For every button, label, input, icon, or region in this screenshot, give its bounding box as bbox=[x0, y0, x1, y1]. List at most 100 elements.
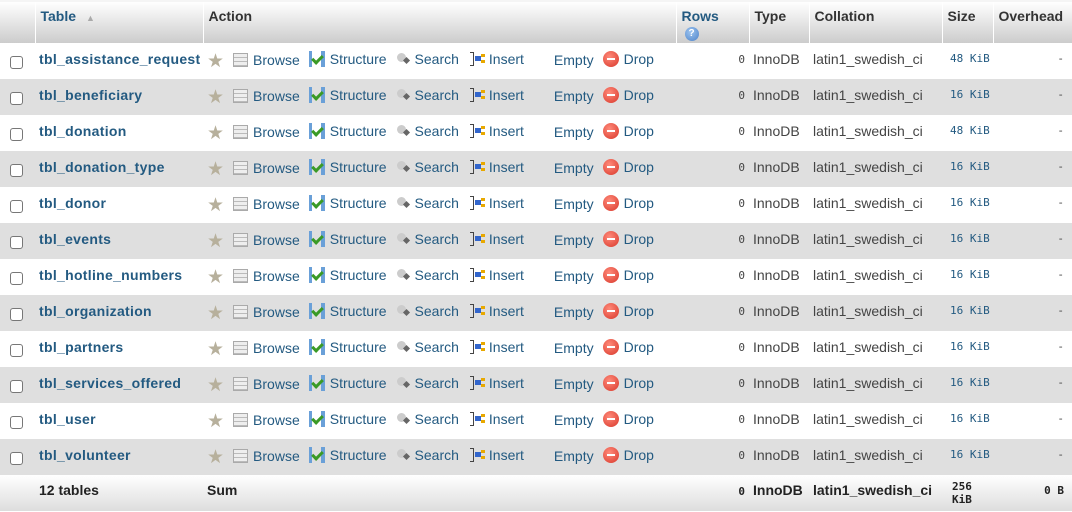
row-checkbox[interactable] bbox=[10, 128, 23, 141]
drop-action[interactable]: Drop bbox=[602, 303, 654, 319]
row-checkbox[interactable] bbox=[10, 380, 23, 393]
table-name-link[interactable]: tbl_services_offered bbox=[39, 375, 181, 391]
favorite-star-icon[interactable]: ★ bbox=[207, 448, 224, 467]
table-name-link[interactable]: tbl_events bbox=[39, 231, 111, 247]
browse-action[interactable]: Browse bbox=[233, 160, 300, 176]
browse-action[interactable]: Browse bbox=[233, 124, 300, 140]
table-size[interactable]: 16 KiB bbox=[942, 223, 993, 259]
table-name-link[interactable]: tbl_donation_type bbox=[39, 159, 165, 175]
table-size[interactable]: 16 KiB bbox=[942, 367, 993, 403]
table-size[interactable]: 48 KiB bbox=[942, 115, 993, 151]
table-size[interactable]: 16 KiB bbox=[942, 187, 993, 223]
favorite-star-icon[interactable]: ★ bbox=[207, 268, 224, 287]
row-checkbox[interactable] bbox=[10, 308, 23, 321]
structure-action[interactable]: Structure bbox=[308, 339, 387, 355]
table-size[interactable]: 16 KiB bbox=[942, 331, 993, 367]
favorite-star-icon[interactable]: ★ bbox=[207, 124, 224, 143]
structure-action[interactable]: Structure bbox=[308, 447, 387, 463]
structure-action[interactable]: Structure bbox=[308, 87, 387, 103]
search-action[interactable]: Search bbox=[396, 195, 459, 211]
empty-action[interactable]: Empty bbox=[533, 376, 594, 392]
drop-action[interactable]: Drop bbox=[602, 123, 654, 139]
table-size[interactable]: 16 KiB bbox=[942, 439, 993, 475]
drop-action[interactable]: Drop bbox=[602, 411, 654, 427]
empty-action[interactable]: Empty bbox=[533, 268, 594, 284]
browse-action[interactable]: Browse bbox=[233, 412, 300, 428]
empty-action[interactable]: Empty bbox=[533, 196, 594, 212]
structure-action[interactable]: Structure bbox=[308, 267, 387, 283]
search-action[interactable]: Search bbox=[396, 87, 459, 103]
table-size[interactable]: 16 KiB bbox=[942, 295, 993, 331]
empty-action[interactable]: Empty bbox=[533, 304, 594, 320]
insert-action[interactable]: Insert bbox=[468, 267, 524, 283]
structure-action[interactable]: Structure bbox=[308, 51, 387, 67]
drop-action[interactable]: Drop bbox=[602, 51, 654, 67]
browse-action[interactable]: Browse bbox=[233, 268, 300, 284]
table-name-link[interactable]: tbl_organization bbox=[39, 303, 152, 319]
favorite-star-icon[interactable]: ★ bbox=[207, 196, 224, 215]
browse-action[interactable]: Browse bbox=[233, 304, 300, 320]
empty-action[interactable]: Empty bbox=[533, 160, 594, 176]
favorite-star-icon[interactable]: ★ bbox=[207, 232, 224, 251]
header-table[interactable]: Table ▲ bbox=[35, 1, 204, 43]
browse-action[interactable]: Browse bbox=[233, 340, 300, 356]
table-name-link[interactable]: tbl_donation bbox=[39, 123, 127, 139]
structure-action[interactable]: Structure bbox=[308, 411, 387, 427]
browse-action[interactable]: Browse bbox=[233, 196, 300, 212]
browse-action[interactable]: Browse bbox=[233, 376, 300, 392]
insert-action[interactable]: Insert bbox=[468, 123, 524, 139]
drop-action[interactable]: Drop bbox=[602, 87, 654, 103]
empty-action[interactable]: Empty bbox=[533, 52, 594, 68]
empty-action[interactable]: Empty bbox=[533, 448, 594, 464]
table-name-link[interactable]: tbl_assistance_request bbox=[39, 51, 200, 67]
empty-action[interactable]: Empty bbox=[533, 232, 594, 248]
insert-action[interactable]: Insert bbox=[468, 375, 524, 391]
row-checkbox[interactable] bbox=[10, 164, 23, 177]
insert-action[interactable]: Insert bbox=[468, 447, 524, 463]
row-checkbox[interactable] bbox=[10, 416, 23, 429]
favorite-star-icon[interactable]: ★ bbox=[207, 412, 224, 431]
search-action[interactable]: Search bbox=[396, 51, 459, 67]
row-checkbox[interactable] bbox=[10, 92, 23, 105]
row-checkbox[interactable] bbox=[10, 236, 23, 249]
insert-action[interactable]: Insert bbox=[468, 339, 524, 355]
table-name-link[interactable]: tbl_beneficiary bbox=[39, 87, 142, 103]
table-size[interactable]: 48 KiB bbox=[942, 43, 993, 79]
structure-action[interactable]: Structure bbox=[308, 303, 387, 319]
table-name-link[interactable]: tbl_hotline_numbers bbox=[39, 267, 182, 283]
drop-action[interactable]: Drop bbox=[602, 267, 654, 283]
insert-action[interactable]: Insert bbox=[468, 87, 524, 103]
table-size[interactable]: 16 KiB bbox=[942, 259, 993, 295]
empty-action[interactable]: Empty bbox=[533, 88, 594, 104]
search-action[interactable]: Search bbox=[396, 123, 459, 139]
table-name-link[interactable]: tbl_partners bbox=[39, 339, 124, 355]
search-action[interactable]: Search bbox=[396, 447, 459, 463]
header-rows[interactable]: Rows? bbox=[676, 1, 750, 43]
table-name-link[interactable]: tbl_donor bbox=[39, 195, 106, 211]
browse-action[interactable]: Browse bbox=[233, 52, 300, 68]
table-size[interactable]: 16 KiB bbox=[942, 79, 993, 115]
structure-action[interactable]: Structure bbox=[308, 159, 387, 175]
search-action[interactable]: Search bbox=[396, 267, 459, 283]
search-action[interactable]: Search bbox=[396, 231, 459, 247]
drop-action[interactable]: Drop bbox=[602, 375, 654, 391]
favorite-star-icon[interactable]: ★ bbox=[207, 376, 224, 395]
table-name-link[interactable]: tbl_volunteer bbox=[39, 447, 131, 463]
row-checkbox[interactable] bbox=[10, 452, 23, 465]
empty-action[interactable]: Empty bbox=[533, 412, 594, 428]
insert-action[interactable]: Insert bbox=[468, 411, 524, 427]
search-action[interactable]: Search bbox=[396, 303, 459, 319]
empty-action[interactable]: Empty bbox=[533, 124, 594, 140]
sort-ascending-icon[interactable]: ▲ bbox=[86, 13, 95, 23]
row-checkbox[interactable] bbox=[10, 344, 23, 357]
search-action[interactable]: Search bbox=[396, 411, 459, 427]
drop-action[interactable]: Drop bbox=[602, 339, 654, 355]
insert-action[interactable]: Insert bbox=[468, 195, 524, 211]
browse-action[interactable]: Browse bbox=[233, 448, 300, 464]
browse-action[interactable]: Browse bbox=[233, 88, 300, 104]
drop-action[interactable]: Drop bbox=[602, 195, 654, 211]
insert-action[interactable]: Insert bbox=[468, 303, 524, 319]
favorite-star-icon[interactable]: ★ bbox=[207, 88, 224, 107]
drop-action[interactable]: Drop bbox=[602, 231, 654, 247]
insert-action[interactable]: Insert bbox=[468, 159, 524, 175]
